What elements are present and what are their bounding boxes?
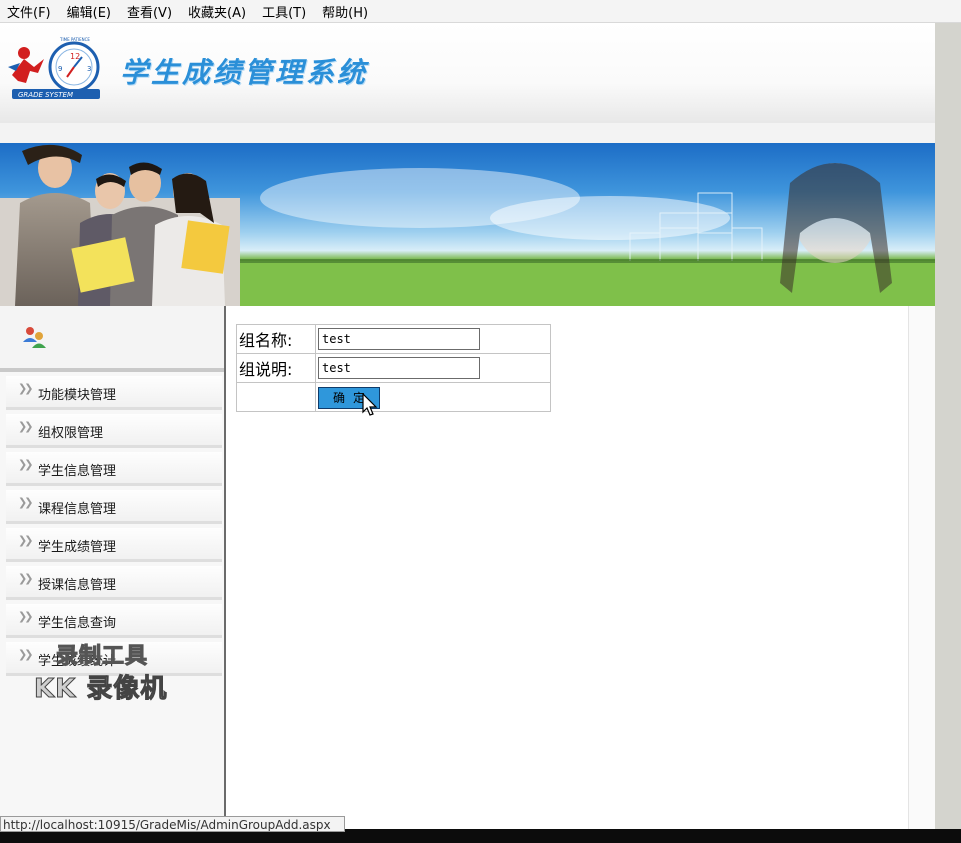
- sidebar-item-module-management[interactable]: ❯❯ 功能模块管理: [6, 376, 222, 410]
- sidebar-item-grade-management[interactable]: ❯❯ 学生成绩管理: [6, 528, 222, 562]
- sidebar-item-label: 授课信息管理: [38, 578, 117, 593]
- double-chevron-right-icon: ❯❯: [18, 496, 34, 509]
- sidebar-item-course-info[interactable]: ❯❯ 课程信息管理: [6, 490, 222, 524]
- submit-row: 确定: [236, 382, 551, 412]
- double-chevron-right-icon: ❯❯: [18, 648, 34, 661]
- menu-tools[interactable]: 工具(T): [255, 2, 315, 21]
- sidebar-item-label: 组权限管理: [38, 426, 104, 441]
- logo-text: GRADE SYSTEM: [18, 91, 73, 99]
- banner-image: [0, 143, 935, 306]
- sidebar-header: [0, 306, 224, 372]
- double-chevron-right-icon: ❯❯: [18, 572, 34, 585]
- group-name-label: 组名称:: [236, 324, 316, 354]
- double-chevron-right-icon: ❯❯: [18, 420, 34, 433]
- double-chevron-right-icon: ❯❯: [18, 458, 34, 471]
- mouse-pointer-icon: [362, 393, 378, 416]
- sidebar-item-label: 课程信息管理: [38, 502, 117, 517]
- users-icon: [23, 327, 46, 348]
- window-right-edge: [935, 23, 961, 829]
- group-name-input[interactable]: [318, 328, 480, 350]
- main-content: 组名称: 组说明: 确定: [226, 306, 908, 829]
- double-chevron-right-icon: ❯❯: [18, 534, 34, 547]
- menu-favorites[interactable]: 收藏夹(A): [181, 2, 255, 21]
- sidebar-item-grade-statistics[interactable]: ❯❯ 学生成绩统计: [6, 642, 222, 676]
- menu-view[interactable]: 查看(V): [120, 2, 181, 21]
- grade-system-logo: 12 9 3 GRADE SYSTEM TIME PATIENCE: [8, 37, 100, 99]
- site-title: 学生成绩管理系统: [120, 56, 369, 89]
- banner-illustration: [0, 144, 935, 306]
- menu-edit[interactable]: 编辑(E): [60, 2, 120, 21]
- menu-bar: 文件(F) 编辑(E) 查看(V) 收藏夹(A) 工具(T) 帮助(H): [0, 0, 961, 23]
- group-name-row: 组名称:: [236, 324, 551, 354]
- sidebar-item-teaching-info[interactable]: ❯❯ 授课信息管理: [6, 566, 222, 600]
- content-right-margin: [908, 306, 935, 829]
- svg-text:9: 9: [58, 65, 62, 73]
- sidebar-item-student-info[interactable]: ❯❯ 学生信息管理: [6, 452, 222, 486]
- sidebar-item-label: 学生信息管理: [38, 464, 117, 479]
- sidebar-item-student-query[interactable]: ❯❯ 学生信息查询: [6, 604, 222, 638]
- menu-file[interactable]: 文件(F): [0, 2, 60, 21]
- status-bar-url: http://localhost:10915/GradeMis/AdminGro…: [0, 816, 345, 832]
- group-add-form: 组名称: 组说明: 确定: [236, 324, 551, 412]
- site-header: 12 9 3 GRADE SYSTEM TIME PATIENCE 学生成绩管理…: [0, 23, 935, 123]
- svg-text:3: 3: [87, 65, 91, 73]
- group-desc-input[interactable]: [318, 357, 480, 379]
- submit-cell: 确定: [315, 382, 551, 412]
- web-page: 12 9 3 GRADE SYSTEM TIME PATIENCE 学生成绩管理…: [0, 23, 935, 829]
- empty-cell: [236, 382, 316, 412]
- sidebar-item-label: 学生成绩统计: [38, 654, 117, 669]
- header-divider-strip: [0, 123, 935, 143]
- double-chevron-right-icon: ❯❯: [18, 610, 34, 623]
- sidebar-item-label: 功能模块管理: [38, 388, 117, 403]
- sidebar-item-label: 学生信息查询: [38, 616, 117, 631]
- sidebar: ❯❯ 功能模块管理 ❯❯ 组权限管理 ❯❯ 学生信息管理 ❯❯ 课程信息管理 ❯…: [0, 306, 226, 829]
- logo-slogan: TIME PATIENCE: [59, 37, 90, 42]
- sidebar-item-group-permissions[interactable]: ❯❯ 组权限管理: [6, 414, 222, 448]
- group-desc-row: 组说明:: [236, 353, 551, 383]
- double-chevron-right-icon: ❯❯: [18, 382, 34, 395]
- group-desc-cell: [315, 353, 551, 383]
- sidebar-item-label: 学生成绩管理: [38, 540, 117, 555]
- group-desc-label: 组说明:: [236, 353, 316, 383]
- group-name-cell: [315, 324, 551, 354]
- menu-help[interactable]: 帮助(H): [315, 2, 377, 21]
